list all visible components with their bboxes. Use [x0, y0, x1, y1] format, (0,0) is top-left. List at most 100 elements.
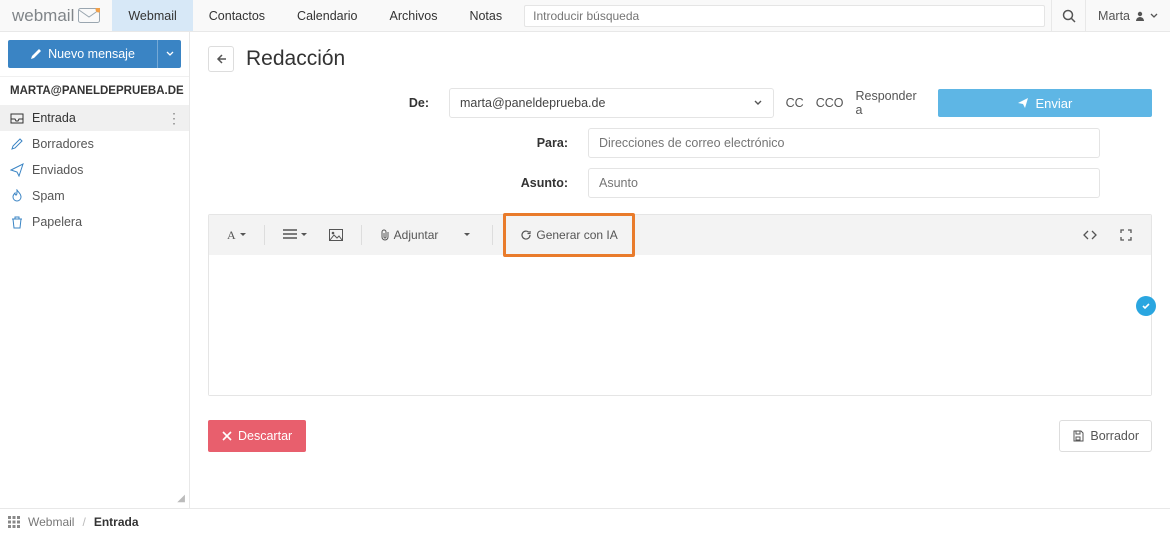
nav-tab-webmail[interactable]: Webmail [112, 0, 192, 31]
caret-down-icon [1150, 12, 1158, 20]
font-button[interactable]: A [219, 221, 254, 249]
arrow-left-icon [215, 53, 227, 65]
top-bar: webmail Webmail Contactos Calendario Arc… [0, 0, 1170, 32]
send-label: Enviar [1035, 96, 1072, 111]
image-icon [329, 229, 343, 241]
folder-kebab-icon[interactable]: ⋮ [167, 113, 181, 123]
close-icon [222, 431, 232, 441]
nav-tab-contactos[interactable]: Contactos [193, 0, 281, 31]
chevron-down-icon [753, 98, 763, 108]
folder-label: Entrada [32, 111, 76, 125]
body-wrap: Nuevo mensaje MARTA@PANELDEPRUEBA.DE Ent… [0, 32, 1170, 508]
sidebar: Nuevo mensaje MARTA@PANELDEPRUEBA.DE Ent… [0, 32, 190, 508]
caret-down-icon [166, 50, 174, 58]
separator [492, 225, 493, 245]
page-title: Redacción [246, 47, 345, 71]
caret-down-icon [301, 232, 307, 238]
list-button[interactable] [275, 221, 315, 249]
check-icon [1141, 301, 1151, 311]
nav-tab-label: Notas [469, 9, 502, 23]
main-nav: Webmail Contactos Calendario Archivos No… [112, 0, 518, 31]
image-button[interactable] [321, 221, 351, 249]
pencil-icon [30, 48, 42, 60]
trash-icon [10, 215, 24, 229]
user-icon [1134, 10, 1146, 22]
font-icon: A [227, 228, 236, 243]
breadcrumb-current: Entrada [94, 515, 139, 529]
resize-handle-icon[interactable]: ◢ [177, 493, 185, 504]
breadcrumb-app[interactable]: Webmail [28, 515, 74, 529]
nav-tab-label: Archivos [390, 9, 438, 23]
breadcrumb-sep: / [82, 515, 85, 529]
to-input[interactable] [588, 128, 1100, 158]
grid-icon[interactable] [8, 516, 20, 528]
subject-label: Asunto: [208, 176, 588, 190]
save-icon [1072, 430, 1084, 442]
search-input[interactable] [524, 5, 1045, 27]
editor-body[interactable] [209, 255, 1151, 395]
subject-input[interactable] [588, 168, 1100, 198]
discard-label: Descartar [238, 429, 292, 443]
attach-button[interactable]: Adjuntar [372, 221, 447, 249]
plane-icon [10, 163, 24, 177]
folder-trash[interactable]: Papelera [0, 209, 189, 235]
discard-button[interactable]: Descartar [208, 420, 306, 452]
compose-label: Nuevo mensaje [48, 47, 135, 61]
fullscreen-button[interactable] [1111, 221, 1141, 249]
compose-dropdown[interactable] [157, 40, 181, 68]
ai-label: Generar con IA [536, 228, 617, 242]
code-view-button[interactable] [1075, 221, 1105, 249]
cc-toggle[interactable]: CC [786, 96, 804, 110]
nav-tab-calendario[interactable]: Calendario [281, 0, 373, 31]
magnifier-icon [1062, 9, 1076, 23]
folder-label: Papelera [32, 215, 82, 229]
editor-toolbar: A Adjuntar [209, 215, 1151, 255]
cco-toggle[interactable]: CCO [816, 96, 844, 110]
caret-down-icon [240, 232, 246, 238]
breadcrumb-bar: Webmail / Entrada [0, 508, 1170, 534]
expand-icon [1120, 229, 1132, 241]
folder-sent[interactable]: Enviados [0, 157, 189, 183]
brand-name: webmail [12, 6, 74, 26]
nav-tab-label: Contactos [209, 9, 265, 23]
nav-tab-notas[interactable]: Notas [453, 0, 518, 31]
nav-tab-archivos[interactable]: Archivos [374, 0, 454, 31]
reply-to-toggle[interactable]: Responder a [855, 89, 925, 117]
from-label: De: [208, 96, 449, 110]
caret-down-icon [464, 232, 470, 238]
draft-button[interactable]: Borrador [1059, 420, 1152, 452]
content: Redacción De: marta@paneldeprueba.de CC … [190, 32, 1170, 508]
status-check-badge[interactable] [1136, 296, 1156, 316]
folder-label: Enviados [32, 163, 83, 177]
attach-label: Adjuntar [394, 228, 439, 242]
folder-label: Borradores [32, 137, 94, 151]
send-button[interactable]: Enviar [938, 89, 1152, 117]
brand-logo: webmail [0, 6, 112, 26]
attach-dropdown[interactable] [452, 221, 482, 249]
editor: A Adjuntar [208, 214, 1152, 396]
separator [264, 225, 265, 245]
search-wrap [518, 0, 1051, 31]
folder-inbox[interactable]: Entrada ⋮ [0, 105, 189, 131]
list-icon [283, 229, 297, 241]
user-menu[interactable]: Marta [1085, 0, 1170, 31]
nav-tab-label: Calendario [297, 9, 357, 23]
user-name: Marta [1098, 9, 1130, 23]
folder-drafts[interactable]: Borradores [0, 131, 189, 157]
plane-icon [1017, 97, 1029, 109]
refresh-icon [520, 229, 532, 241]
folder-spam[interactable]: Spam [0, 183, 189, 209]
flame-icon [10, 189, 24, 203]
paperclip-icon [380, 229, 390, 241]
account-header: MARTA@PANELDEPRUEBA.DE [0, 76, 189, 105]
search-button[interactable] [1051, 0, 1085, 31]
from-select[interactable]: marta@paneldeprueba.de [449, 88, 774, 118]
from-value: marta@paneldeprueba.de [460, 96, 605, 110]
compose-button[interactable]: Nuevo mensaje [8, 40, 157, 68]
separator [361, 225, 362, 245]
code-icon [1083, 229, 1097, 241]
top-right: Marta [1051, 0, 1170, 31]
nav-tab-label: Webmail [128, 9, 176, 23]
generate-ai-button[interactable]: Generar con IA [503, 213, 634, 257]
back-button[interactable] [208, 46, 234, 72]
